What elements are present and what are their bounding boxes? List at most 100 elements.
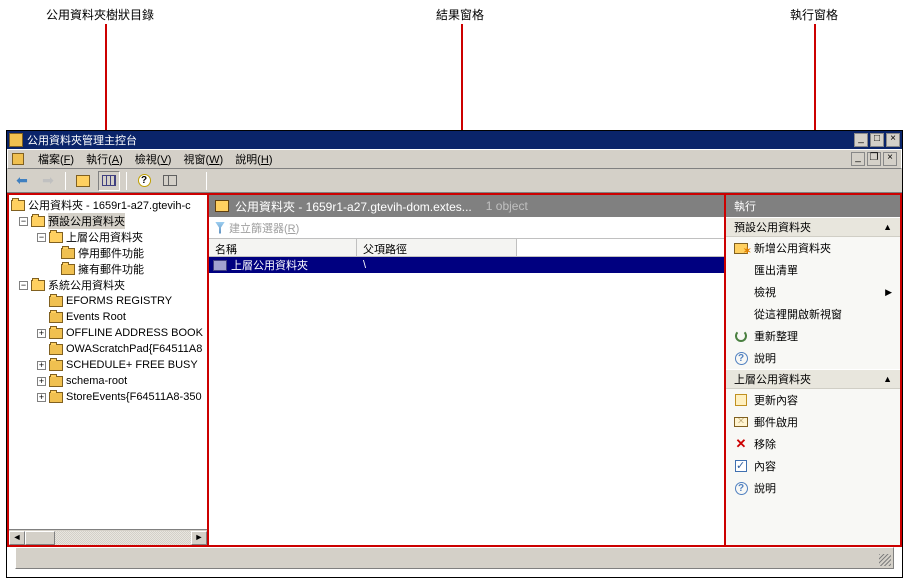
menu-window[interactable]: 視窗(W) bbox=[183, 151, 223, 167]
result-count: 1 object bbox=[486, 199, 528, 213]
action-update-content[interactable]: 更新內容 bbox=[726, 389, 900, 411]
maximize-button[interactable]: □ bbox=[870, 133, 884, 147]
help-icon: ? bbox=[735, 482, 748, 495]
expand-icon[interactable]: + bbox=[37, 393, 46, 402]
menu-bar: 檔案(F) 執行(A) 檢視(V) 視窗(W) 說明(H) _ ❐ × bbox=[7, 149, 902, 169]
panes-container: 公用資料夾 - 1659r1-a27.gtevih-c − 預設公用資料夾 − bbox=[7, 193, 902, 547]
row-name: 上層公用資料夾 bbox=[231, 257, 308, 273]
tree-scrollbar[interactable]: ◄ ► bbox=[9, 529, 207, 545]
collapse-icon[interactable]: − bbox=[19, 281, 28, 290]
column-name[interactable]: 名稱 bbox=[209, 239, 357, 256]
properties-icon bbox=[735, 460, 747, 472]
help-button[interactable]: ? bbox=[133, 171, 155, 191]
app-icon bbox=[9, 133, 23, 147]
result-filter-row[interactable]: 建立篩選器(R) bbox=[209, 217, 724, 239]
folder-icon bbox=[215, 200, 229, 212]
menu-help[interactable]: 說明(H) bbox=[235, 151, 272, 167]
scroll-thumb[interactable] bbox=[25, 531, 55, 545]
child-close-button[interactable]: × bbox=[883, 152, 897, 166]
action-refresh[interactable]: 重新整理 bbox=[726, 325, 900, 347]
action-help2[interactable]: ? 說明 bbox=[726, 477, 900, 499]
action-mail-enable[interactable]: 郵件啟用 bbox=[726, 411, 900, 433]
delete-icon: ✕ bbox=[736, 436, 747, 452]
tree-top-pf[interactable]: − 上層公用資料夾 bbox=[9, 229, 207, 245]
show-tree-button[interactable] bbox=[98, 171, 120, 191]
collapse-icon[interactable]: ▲ bbox=[883, 222, 892, 232]
folder-icon bbox=[49, 296, 63, 307]
folder-up-icon bbox=[76, 175, 90, 187]
column-parent[interactable]: 父項路徑 bbox=[357, 239, 517, 256]
forward-button[interactable]: ➡ bbox=[37, 171, 59, 191]
tree-sys-eforms[interactable]: EFORMS REGISTRY bbox=[9, 293, 207, 309]
folder-icon bbox=[49, 392, 63, 403]
collapse-icon[interactable]: ▲ bbox=[883, 374, 892, 384]
action-open-new-window[interactable]: 從這裡開啟新視窗 bbox=[726, 303, 900, 325]
action-export-list[interactable]: 匯出清單 bbox=[726, 259, 900, 281]
action-pane: 執行 預設公用資料夾 ▲ ✶ 新增公用資料夾 匯出清單 檢視 ▶ bbox=[726, 193, 902, 547]
action-section-default-pf[interactable]: 預設公用資料夾 ▲ bbox=[726, 217, 900, 237]
annotation-tree-label: 公用資料夾樹狀目錄 bbox=[46, 6, 154, 23]
action-remove[interactable]: ✕ 移除 bbox=[726, 433, 900, 455]
close-button[interactable]: × bbox=[886, 133, 900, 147]
annotation-overlay: 公用資料夾樹狀目錄 結果窗格 執行窗格 bbox=[0, 0, 912, 130]
annotation-result-label: 結果窗格 bbox=[436, 6, 484, 23]
tree-suspend-mail[interactable]: 停用郵件功能 bbox=[9, 245, 207, 261]
action-help[interactable]: ? 說明 bbox=[726, 347, 900, 369]
action-section-top-pf[interactable]: 上層公用資料夾 ▲ bbox=[726, 369, 900, 389]
scroll-track[interactable] bbox=[55, 531, 191, 545]
update-icon bbox=[735, 394, 747, 406]
tree-root[interactable]: 公用資料夾 - 1659r1-a27.gtevih-c bbox=[9, 197, 207, 213]
action-properties[interactable]: 內容 bbox=[726, 455, 900, 477]
child-minimize-button[interactable]: _ bbox=[851, 152, 865, 166]
up-button[interactable] bbox=[72, 171, 94, 191]
list-view-button[interactable] bbox=[159, 171, 181, 191]
tree-sys-events[interactable]: Events Root bbox=[9, 309, 207, 325]
minimize-button[interactable]: _ bbox=[854, 133, 868, 147]
tree-sys-storeevents[interactable]: + StoreEvents{F64511A8-350 bbox=[9, 389, 207, 405]
folder-icon bbox=[49, 344, 63, 355]
main-window: 公用資料夾管理主控台 _ □ × 檔案(F) 執行(A) 檢視(V) 視窗(W)… bbox=[6, 130, 903, 578]
folder-icon bbox=[213, 260, 227, 271]
menu-action[interactable]: 執行(A) bbox=[86, 151, 123, 167]
folder-icon bbox=[49, 360, 63, 371]
action-view[interactable]: 檢視 ▶ bbox=[726, 281, 900, 303]
result-row[interactable]: 上層公用資料夾 \ bbox=[209, 257, 724, 273]
mail-icon bbox=[734, 417, 748, 427]
collapse-icon[interactable]: − bbox=[37, 233, 46, 242]
tree-sys-owa[interactable]: OWAScratchPad{F64511A8 bbox=[9, 341, 207, 357]
scroll-left-icon[interactable]: ◄ bbox=[9, 531, 25, 545]
arrow-right-icon: ➡ bbox=[42, 172, 54, 189]
tree-system-pf[interactable]: − 系統公用資料夾 bbox=[9, 277, 207, 293]
action-new-pf[interactable]: ✶ 新增公用資料夾 bbox=[726, 237, 900, 259]
status-bar bbox=[15, 547, 894, 569]
child-restore-button[interactable]: ❐ bbox=[867, 152, 881, 166]
arrow-left-icon: ⬅ bbox=[16, 172, 28, 189]
help-icon: ? bbox=[138, 174, 151, 187]
result-header: 公用資料夾 - 1659r1-a27.gtevih-dom.extes... 1… bbox=[209, 195, 724, 217]
result-title: 公用資料夾 - 1659r1-a27.gtevih-dom.extes... bbox=[235, 198, 472, 215]
expand-icon[interactable]: + bbox=[37, 329, 46, 338]
row-parent: \ bbox=[363, 259, 366, 271]
tree-has-mail[interactable]: 擁有郵件功能 bbox=[9, 261, 207, 277]
annotation-result-line bbox=[461, 24, 463, 130]
expand-icon[interactable]: + bbox=[37, 377, 46, 386]
tree-sys-schedule[interactable]: + SCHEDULE+ FREE BUSY bbox=[9, 357, 207, 373]
scroll-right-icon[interactable]: ► bbox=[191, 531, 207, 545]
collapse-icon[interactable]: − bbox=[19, 217, 28, 226]
title-bar: 公用資料夾管理主控台 _ □ × bbox=[7, 131, 902, 149]
tree-label-selected: 預設公用資料夾 bbox=[48, 213, 125, 229]
menu-view[interactable]: 檢視(V) bbox=[135, 151, 172, 167]
tree-sys-schema[interactable]: + schema-root bbox=[9, 373, 207, 389]
separator-icon bbox=[126, 172, 127, 190]
folder-icon bbox=[49, 312, 63, 323]
submenu-arrow-icon: ▶ bbox=[885, 287, 892, 298]
action-header: 執行 bbox=[726, 195, 900, 217]
separator-icon bbox=[65, 172, 66, 190]
expand-icon[interactable]: + bbox=[37, 361, 46, 370]
menu-file[interactable]: 檔案(F) bbox=[38, 151, 74, 167]
tree-default-pf[interactable]: − 預設公用資料夾 bbox=[9, 213, 207, 229]
tree-sys-oab[interactable]: + OFFLINE ADDRESS BOOK bbox=[9, 325, 207, 341]
folder-new-icon: ✶ bbox=[734, 243, 748, 254]
separator-icon bbox=[206, 172, 207, 190]
back-button[interactable]: ⬅ bbox=[11, 171, 33, 191]
